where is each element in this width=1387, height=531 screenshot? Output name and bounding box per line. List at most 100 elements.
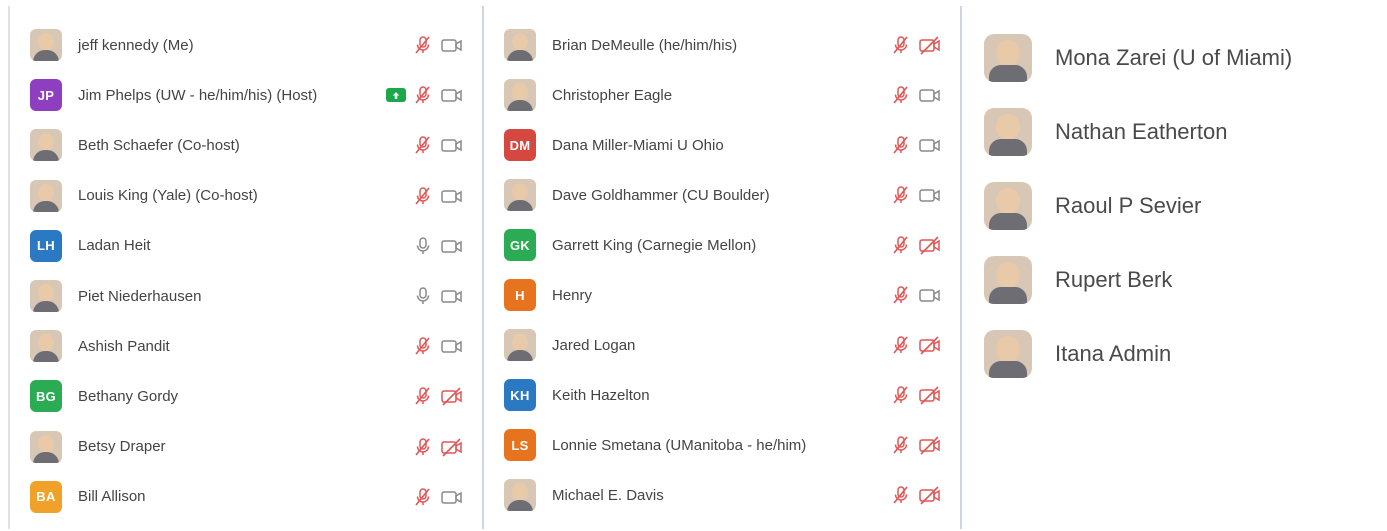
participant-row[interactable]: Michael E. Davis (484, 477, 960, 513)
participant-row[interactable]: Beth Schaefer (Co-host) (10, 127, 482, 163)
avatar (30, 430, 62, 463)
mic-muted-icon[interactable] (412, 385, 434, 407)
avatar: KH (504, 379, 536, 411)
participant-row[interactable]: Rupert Berk (962, 255, 1382, 305)
video-camera-icon[interactable] (440, 285, 464, 307)
video-camera-icon[interactable] (440, 84, 464, 106)
participant-row[interactable]: Louis King (Yale) (Co-host) (10, 178, 482, 214)
participant-name: Dana Miller-Miami U Ohio (552, 136, 724, 154)
participant-name: Dave Goldhammer (CU Boulder) (552, 186, 770, 204)
video-camera-icon[interactable] (918, 284, 942, 306)
video-off-icon[interactable] (918, 484, 942, 506)
participant-row[interactable]: DM Dana Miller-Miami U Ohio (484, 127, 960, 163)
video-camera-icon[interactable] (440, 34, 464, 56)
participant-row[interactable]: H Henry (484, 277, 960, 313)
participant-row[interactable]: GK Garrett King (Carnegie Mellon) (484, 227, 960, 263)
participant-row[interactable]: Christopher Eagle (484, 77, 960, 113)
participant-name: Nathan Eatherton (1055, 119, 1228, 144)
screen-share-icon[interactable] (386, 88, 406, 103)
participant-row[interactable]: LS Lonnie Smetana (UManitoba - he/him) (484, 427, 960, 463)
participant-name: Bill Allison (78, 488, 146, 506)
mic-muted-icon[interactable] (412, 335, 434, 357)
avatar: DM (504, 129, 536, 161)
video-camera-icon[interactable] (440, 134, 464, 156)
participant-name: Beth Schaefer (Co-host) (78, 136, 240, 154)
video-off-icon[interactable] (918, 384, 942, 406)
avatar (984, 182, 1032, 230)
participant-name: Michael E. Davis (552, 486, 664, 504)
participant-row[interactable]: JP Jim Phelps (UW - he/him/his) (Host) (10, 77, 482, 113)
participant-row[interactable]: Itana Admin (962, 329, 1382, 379)
avatar: LS (504, 429, 536, 461)
video-camera-icon[interactable] (918, 84, 942, 106)
participant-row[interactable]: Jared Logan (484, 327, 960, 363)
participant-row[interactable]: Mona Zarei (U of Miami) (962, 33, 1382, 83)
participant-row[interactable]: BA Bill Allison (10, 479, 482, 515)
mic-muted-icon[interactable] (890, 434, 912, 456)
avatar (30, 179, 62, 212)
video-camera-icon[interactable] (918, 184, 942, 206)
mic-muted-icon[interactable] (890, 184, 912, 206)
participant-row[interactable]: Raoul P Sevier (962, 181, 1382, 231)
video-off-icon[interactable] (918, 434, 942, 456)
mic-muted-icon[interactable] (412, 84, 434, 106)
mic-muted-icon[interactable] (412, 134, 434, 156)
mic-muted-icon[interactable] (890, 284, 912, 306)
video-off-icon[interactable] (440, 436, 464, 458)
participant-name: Keith Hazelton (552, 386, 650, 404)
participant-status-icons (890, 234, 942, 256)
mic-muted-icon[interactable] (412, 34, 434, 56)
avatar: H (504, 279, 536, 311)
mic-muted-icon[interactable] (890, 134, 912, 156)
participant-row[interactable]: KH Keith Hazelton (484, 377, 960, 413)
participant-status-icons (412, 285, 464, 307)
avatar (504, 479, 536, 511)
video-camera-icon[interactable] (440, 185, 464, 207)
participant-row[interactable]: Betsy Draper (10, 429, 482, 465)
participant-status-icons (412, 185, 464, 207)
avatar (504, 329, 536, 361)
participant-status-icons (890, 34, 942, 56)
video-off-icon[interactable] (918, 334, 942, 356)
avatar: JP (30, 79, 62, 112)
participant-name: Ladan Heit (78, 237, 151, 255)
participant-status-icons (890, 484, 942, 506)
avatar (30, 280, 62, 312)
video-camera-icon[interactable] (440, 335, 464, 357)
participant-row[interactable]: Nathan Eatherton (962, 107, 1382, 157)
avatar (504, 29, 536, 61)
mic-muted-icon[interactable] (412, 436, 434, 458)
participant-row[interactable]: Brian DeMeulle (he/him/his) (484, 27, 960, 63)
mic-muted-icon[interactable] (890, 84, 912, 106)
mic-icon[interactable] (412, 285, 434, 307)
participant-name: Brian DeMeulle (he/him/his) (552, 36, 738, 54)
participant-status-icons (890, 134, 942, 156)
mic-muted-icon[interactable] (412, 486, 434, 508)
participant-name: Jared Logan (552, 336, 636, 354)
participant-name: Henry (552, 286, 593, 304)
participant-row[interactable]: jeff kennedy (Me) (10, 27, 482, 63)
mic-muted-icon[interactable] (890, 484, 912, 506)
participant-row[interactable]: Dave Goldhammer (CU Boulder) (484, 177, 960, 213)
participant-row[interactable]: BG Bethany Gordy (10, 378, 482, 414)
video-camera-icon[interactable] (440, 486, 464, 508)
participant-name: Raoul P Sevier (1055, 193, 1202, 218)
video-camera-icon[interactable] (918, 134, 942, 156)
participant-status-icons (890, 384, 942, 406)
participant-name: Lonnie Smetana (UManitoba - he/him) (552, 436, 807, 454)
participant-name: Mona Zarei (U of Miami) (1055, 45, 1293, 70)
participant-name: Louis King (Yale) (Co-host) (78, 187, 258, 205)
video-off-icon[interactable] (440, 385, 464, 407)
video-camera-icon[interactable] (440, 235, 464, 257)
mic-icon[interactable] (412, 235, 434, 257)
mic-muted-icon[interactable] (890, 234, 912, 256)
participant-row[interactable]: LH Ladan Heit (10, 228, 482, 264)
mic-muted-icon[interactable] (890, 334, 912, 356)
mic-muted-icon[interactable] (890, 34, 912, 56)
participant-row[interactable]: Ashish Pandit (10, 328, 482, 364)
mic-muted-icon[interactable] (412, 185, 434, 207)
mic-muted-icon[interactable] (890, 384, 912, 406)
participant-row[interactable]: Piet Niederhausen (10, 278, 482, 314)
video-off-icon[interactable] (918, 34, 942, 56)
video-off-icon[interactable] (918, 234, 942, 256)
